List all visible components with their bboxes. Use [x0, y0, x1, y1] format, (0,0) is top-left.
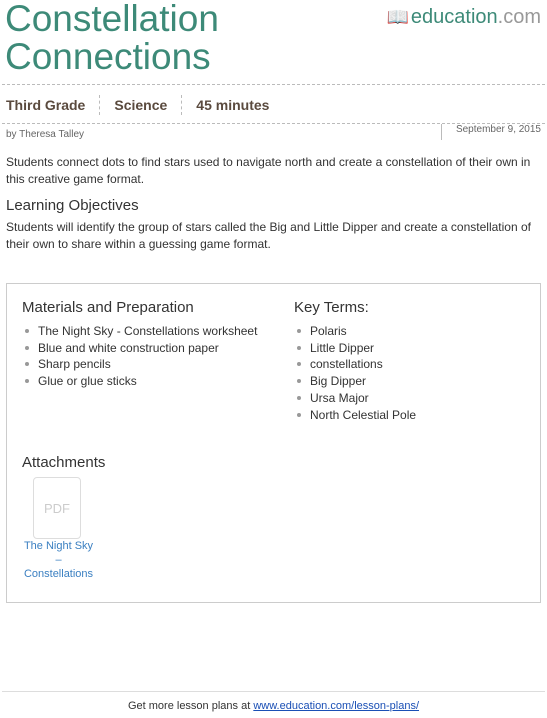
list-item: Blue and white construction paper [22, 340, 257, 357]
logo-suffix: .com [497, 6, 541, 28]
footer: Get more lesson plans at www.education.c… [0, 700, 547, 712]
title-line: Connections [5, 36, 211, 77]
link-line[interactable]: – [16, 553, 101, 567]
footer-text: Get more lesson plans at [127, 700, 254, 712]
list-item: The Night Sky - Constellations worksheet [22, 323, 257, 340]
lesson-meta: Third Grade Science 45 minutes [6, 95, 283, 115]
book-icon: 📖 [386, 7, 409, 27]
key-terms-section: Key Terms: Polaris Little Dipper constella… [294, 299, 416, 423]
list-item: Glue or glue sticks [22, 373, 257, 390]
materials-heading: Materials and Preparation [22, 299, 194, 316]
education-logo: 📖 education .com [386, 6, 541, 29]
attachment-link[interactable]: The Night Sky – Constellations [16, 539, 101, 581]
materials-section: Materials and Preparation The Night Sky … [22, 299, 257, 390]
link-line[interactable]: Constellations [16, 567, 101, 581]
author: by Theresa Talley [6, 129, 85, 140]
description: Students connect dots to find stars used… [6, 155, 531, 186]
footer-divider [2, 691, 545, 692]
divider [2, 84, 545, 85]
duration: 45 minutes [181, 95, 283, 115]
list-item: Ursa Major [294, 390, 416, 407]
subject: Science [99, 95, 181, 115]
list-item: constellations [294, 356, 416, 373]
list-item: Little Dipper [294, 340, 416, 357]
materials-box: Materials and Preparation The Night Sky … [6, 283, 541, 603]
key-terms-heading: Key Terms: [294, 299, 369, 316]
attachments-heading: Attachments [22, 454, 106, 471]
page-title: Constellation Connections [5, 0, 219, 76]
objectives-text: Students will identify the group of star… [6, 220, 531, 251]
lesson-plans-link[interactable]: www.education.com/lesson-plans/ [253, 700, 419, 712]
date: September 9, 2015 [440, 124, 541, 140]
list-item: Sharp pencils [22, 356, 257, 373]
title-line: Constellation [5, 0, 219, 39]
logo-text: education [410, 6, 498, 28]
list-item: Polaris [294, 323, 416, 340]
pdf-file-icon[interactable]: PDF [33, 477, 81, 539]
objectives-heading: Learning Objectives [6, 197, 139, 214]
list-item: Big Dipper [294, 373, 416, 390]
link-line[interactable]: The Night Sky [16, 539, 101, 553]
list-item: North Celestial Pole [294, 407, 416, 424]
grade: Third Grade [6, 97, 86, 113]
